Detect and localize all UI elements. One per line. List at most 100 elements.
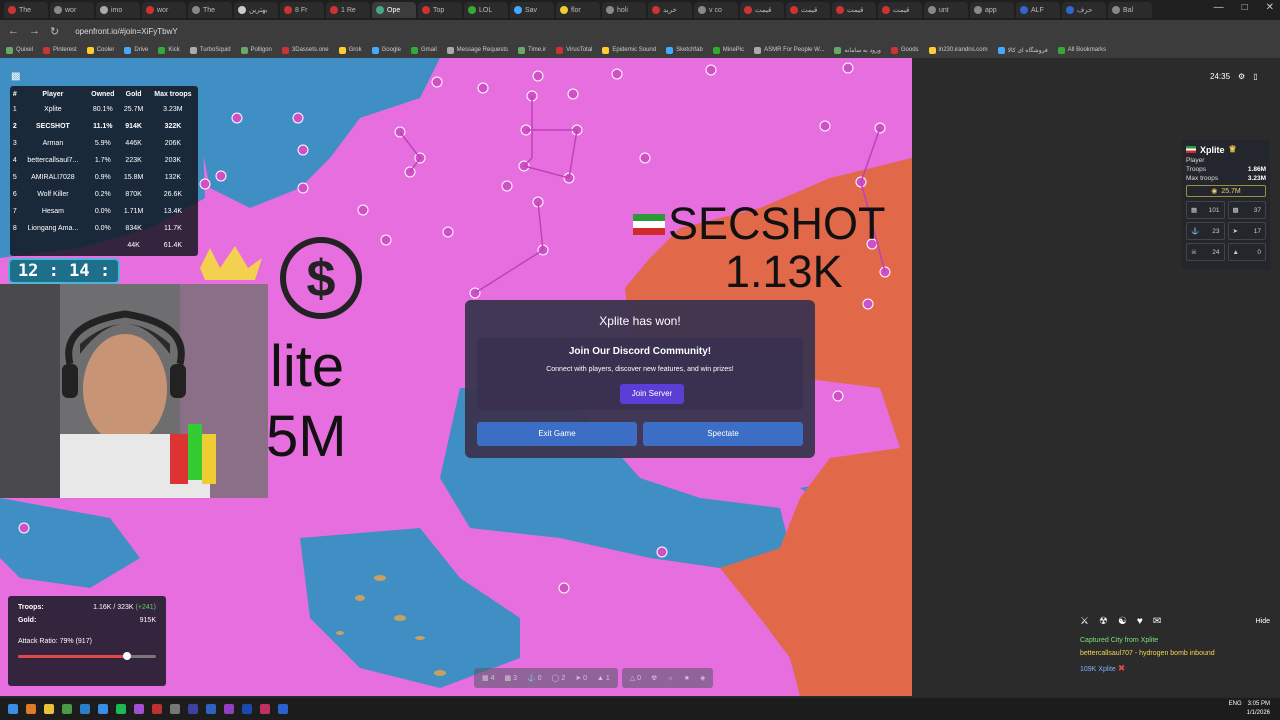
chrome-icon[interactable] <box>62 704 72 714</box>
bookmark[interactable]: Sketchfab <box>666 46 703 54</box>
spotify-icon[interactable] <box>116 704 126 714</box>
spectate-button[interactable]: Spectate <box>643 422 803 446</box>
browser-tab[interactable]: app <box>970 2 1014 18</box>
browser-tab[interactable]: قیمت <box>832 2 876 18</box>
leaderboard-toggle-icon[interactable]: ▩ <box>11 71 20 82</box>
browser-tab[interactable]: خرید <box>648 2 692 18</box>
browser-tab[interactable]: The <box>188 2 232 18</box>
bookmark[interactable]: TurboSquid <box>189 46 231 54</box>
leaderboard-row[interactable]: 7 Hesam 0.0% 1.71M 13.4K <box>10 203 198 220</box>
bookmark[interactable]: Goods <box>890 46 919 54</box>
bookmark[interactable]: VirusTotal <box>556 46 592 54</box>
leaderboard-row[interactable]: 8 Liongang Ama... 0.0% 834K 11.7K <box>10 220 198 237</box>
alliance-filter-icon[interactable]: ♥ <box>1137 616 1143 627</box>
browser-tab[interactable]: Bal <box>1108 2 1152 18</box>
bookmark[interactable]: Google <box>371 46 401 54</box>
bookmark[interactable]: Time.ir <box>518 46 546 54</box>
dismiss-x-icon[interactable]: ✖ <box>1118 663 1126 673</box>
browser-tab[interactable]: ALF <box>1016 2 1060 18</box>
bookmark[interactable]: Drive <box>124 46 148 54</box>
bookmark[interactable]: All Bookmarks <box>1057 46 1106 54</box>
bookmark[interactable]: ASMR For People W... <box>754 46 824 54</box>
blender-icon[interactable] <box>278 704 288 714</box>
search-icon[interactable] <box>26 704 36 714</box>
attack-ratio-handle[interactable] <box>123 652 132 660</box>
sam-icon[interactable]: ◈ <box>700 674 705 682</box>
leaderboard-row[interactable]: 4 bettercallsaul7... 1.7% 223K 203K <box>10 152 198 169</box>
windows-start-icon[interactable] <box>8 704 18 714</box>
browser-tab[interactable]: 8 Fr <box>280 2 324 18</box>
bookmark[interactable]: Message Requests <box>446 46 508 54</box>
build-factory-button[interactable]: ▩ 3 <box>504 674 516 682</box>
browser-tab[interactable]: imo <box>96 2 140 18</box>
app-icon[interactable] <box>260 704 270 714</box>
leaderboard-column-header[interactable]: Gold <box>119 88 147 101</box>
photoshop-icon[interactable] <box>242 704 252 714</box>
file-explorer-icon[interactable] <box>44 704 54 714</box>
exit-game-button[interactable]: Exit Game <box>477 422 637 446</box>
app-icon[interactable] <box>170 704 180 714</box>
vscode-icon[interactable] <box>98 704 108 714</box>
url-field[interactable]: openfront.io/#join=XiFyTbwY <box>75 27 178 36</box>
bookmark[interactable]: Pinterest <box>43 46 77 54</box>
browser-tab[interactable]: قیمت <box>786 2 830 18</box>
reload-icon[interactable]: ↻ <box>50 25 59 38</box>
browser-tab[interactable]: Ope <box>372 2 416 18</box>
forward-icon[interactable]: → <box>29 25 40 37</box>
browser-tab[interactable]: 1 Re <box>326 2 370 18</box>
browser-tab[interactable]: Top <box>418 2 462 18</box>
app-icon[interactable] <box>152 704 162 714</box>
leaderboard-row[interactable]: 2 SECSHOT 11.1% 914K 322K <box>10 118 198 135</box>
bookmark[interactable]: Kick <box>158 46 180 54</box>
build-missile-button[interactable]: ➤ 0 <box>575 674 587 682</box>
maximize-icon[interactable]: □ <box>1242 2 1248 13</box>
bookmark[interactable]: Cooler <box>86 46 114 54</box>
build-warship-button[interactable]: △ 0 <box>630 674 641 682</box>
app-icon[interactable] <box>134 704 144 714</box>
browser-tab[interactable]: قیمت <box>740 2 784 18</box>
attack-ratio-slider[interactable] <box>18 652 156 660</box>
browser-tab[interactable]: حرف <box>1062 2 1106 18</box>
bookmark[interactable]: Quixel <box>6 46 33 54</box>
nuke-filter-icon[interactable]: ☢ <box>1099 616 1108 627</box>
browser-tab[interactable]: The <box>4 2 48 18</box>
browser-tab[interactable]: بهترین <box>234 2 278 18</box>
bookmark[interactable]: Polligon <box>240 46 272 54</box>
build-silo-button[interactable]: ▲ 1 <box>597 675 610 682</box>
browser-tab[interactable]: wor <box>50 2 94 18</box>
mirv-icon[interactable]: ★ <box>684 674 690 682</box>
browser-tab[interactable]: v co <box>694 2 738 18</box>
sword-filter-icon[interactable]: ⚔ <box>1080 616 1089 627</box>
bookmark[interactable]: Gmail <box>410 46 437 54</box>
leaderboard-row[interactable]: 6 Wolf Killer 0.2% 870K 26.6K <box>10 186 198 203</box>
exit-icon[interactable]: ▯ <box>1253 72 1257 81</box>
bookmark[interactable]: Grok <box>338 46 362 54</box>
leaderboard-row[interactable]: 3 Arman 5.9% 446K 206K <box>10 135 198 152</box>
browser-tab[interactable]: unt <box>924 2 968 18</box>
trade-filter-icon[interactable]: ☯ <box>1118 616 1127 627</box>
leaderboard-row[interactable]: 44K 61.4K <box>10 237 198 254</box>
leaderboard-column-header[interactable]: Max troops <box>148 88 198 101</box>
browser-tab[interactable]: flor <box>556 2 600 18</box>
browser-tab[interactable]: LOL <box>464 2 508 18</box>
bookmark[interactable]: ln230.irandns.com <box>928 46 988 54</box>
input-language[interactable]: ENG <box>1229 701 1242 707</box>
after-effects-icon[interactable] <box>224 704 234 714</box>
atom-bomb-icon[interactable]: ☢ <box>651 674 657 682</box>
browser-tab[interactable]: wor <box>142 2 186 18</box>
minimize-icon[interactable]: — <box>1214 2 1224 13</box>
leaderboard-row[interactable]: 1 Xplite 80.1% 25.7M 3.23M <box>10 101 198 118</box>
back-icon[interactable]: ← <box>8 25 19 37</box>
bookmark[interactable]: MinePic <box>712 46 744 54</box>
build-defense-button[interactable]: ◯ 2 <box>552 674 566 682</box>
build-port-button[interactable]: ⚓ 0 <box>527 674 542 682</box>
join-server-button[interactable]: Join Server <box>620 384 684 404</box>
hydrogen-bomb-icon[interactable]: ☼ <box>667 675 673 682</box>
leaderboard-row[interactable]: 5 AMIRALI7028 0.9% 15.8M 132K <box>10 169 198 186</box>
browser-tab[interactable]: Sav <box>510 2 554 18</box>
settings-gear-icon[interactable]: ⚙ <box>1238 72 1245 81</box>
browser-tab[interactable]: holi <box>602 2 646 18</box>
bookmark[interactable]: ورود به سامانه <box>834 46 881 54</box>
leaderboard-column-header[interactable]: Owned <box>86 88 119 101</box>
bookmark[interactable]: 3Dassets.one <box>281 46 329 54</box>
